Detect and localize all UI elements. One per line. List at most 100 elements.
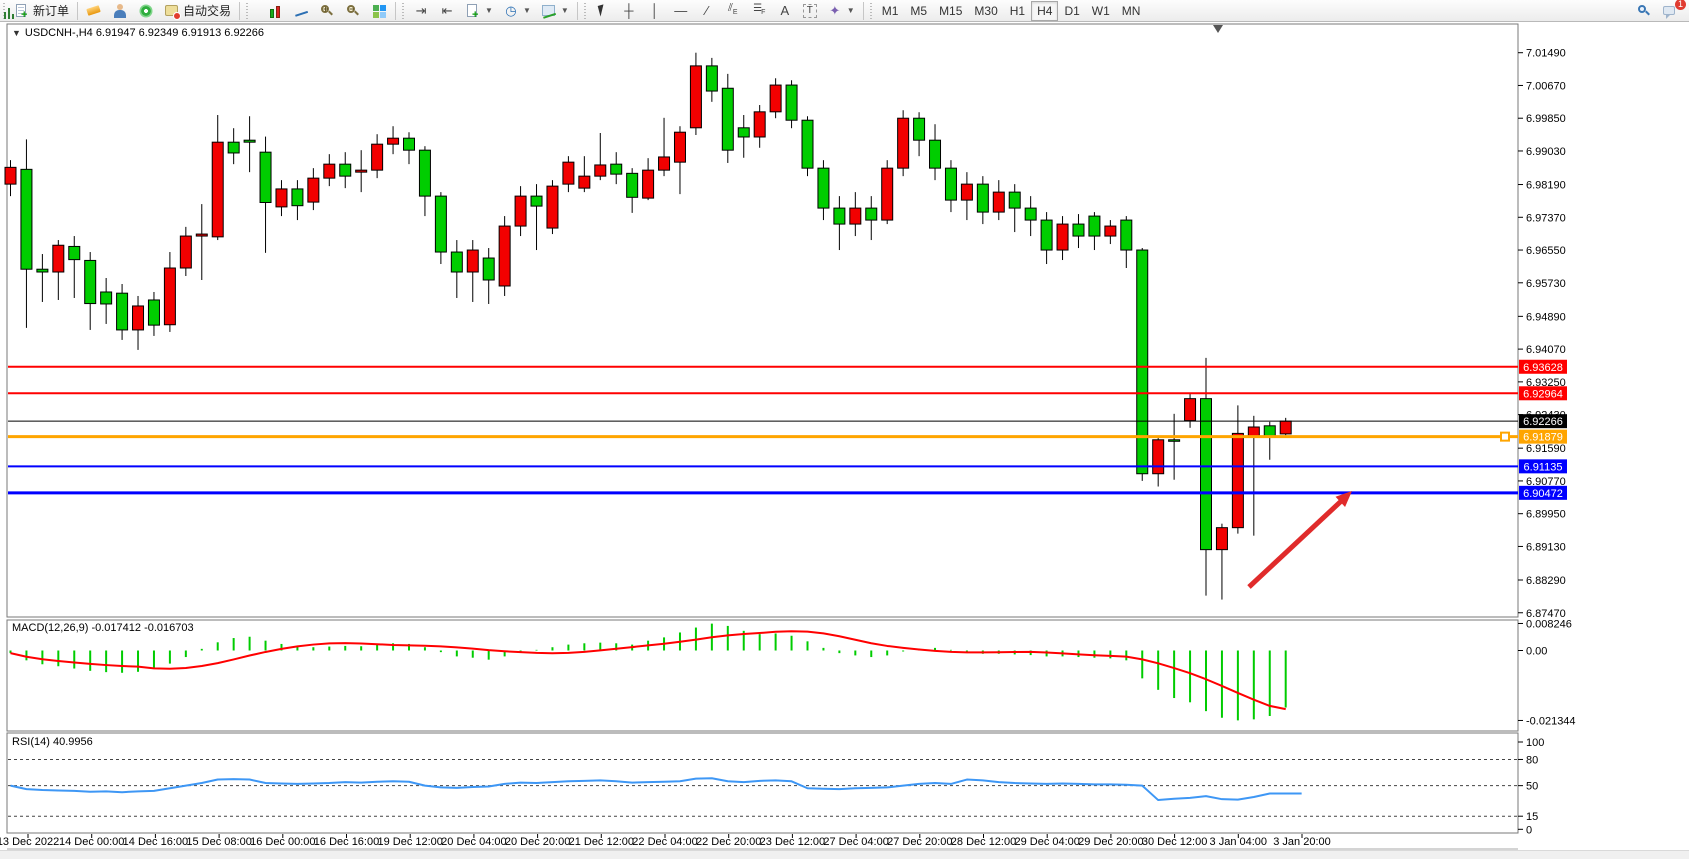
label-tool-button[interactable]: T bbox=[798, 1, 822, 21]
charts-profile-prev-button[interactable]: ⇤ bbox=[434, 1, 460, 21]
zoom-out-icon: − bbox=[345, 3, 361, 19]
timeframe-m30[interactable]: M30 bbox=[968, 1, 1003, 21]
chart-canvas[interactable]: 7.014907.006706.998506.990306.981906.973… bbox=[0, 0, 1689, 859]
arrows-tool-dropdown[interactable]: ✦ ▼ bbox=[822, 1, 860, 21]
toolbar-grip[interactable] bbox=[245, 3, 250, 19]
candle-body bbox=[1105, 226, 1116, 236]
signals-button[interactable] bbox=[133, 1, 159, 21]
chevron-down-icon: ▼ bbox=[561, 6, 569, 15]
trendline-icon: ∕ bbox=[699, 3, 715, 19]
rsi-axis-label: 15 bbox=[1526, 811, 1538, 823]
candle-body bbox=[467, 250, 478, 272]
timeframe-m5[interactable]: M5 bbox=[904, 1, 933, 21]
candle-body bbox=[690, 66, 701, 128]
new-chart-dropdown[interactable]: + ▼ bbox=[460, 1, 498, 21]
line-chart-button[interactable] bbox=[288, 1, 314, 21]
hline-tool-button[interactable]: — bbox=[668, 1, 694, 21]
candle-body bbox=[1057, 224, 1068, 250]
period-dropdown[interactable]: ◷ ▼ bbox=[498, 1, 536, 21]
indicators-icon bbox=[541, 3, 557, 19]
timeframe-h4[interactable]: H4 bbox=[1031, 1, 1058, 21]
styler-button[interactable] bbox=[81, 1, 107, 21]
vline-tool-button[interactable]: │ bbox=[642, 1, 668, 21]
symbol-title[interactable]: ▼USDCNH-,H4 6.91947 6.92349 6.91913 6.92… bbox=[12, 27, 264, 39]
time-axis-label: 22 Dec 20:00 bbox=[696, 836, 761, 848]
candle-body bbox=[659, 157, 670, 170]
candle-body bbox=[961, 184, 972, 200]
window-bottom-edge bbox=[0, 850, 1689, 859]
price-badge-label: 6.90472 bbox=[1523, 488, 1563, 500]
candle-body bbox=[674, 132, 685, 162]
candle-body bbox=[547, 186, 558, 228]
tile-windows-icon bbox=[371, 3, 387, 19]
candle-body bbox=[898, 118, 909, 168]
timeframe-mn[interactable]: MN bbox=[1116, 1, 1147, 21]
candle-body bbox=[722, 88, 733, 150]
new-order-button[interactable]: + 新订单 bbox=[9, 1, 74, 21]
price-badge-label: 6.93628 bbox=[1523, 362, 1563, 374]
time-axis-label: 14 Dec 00:00 bbox=[59, 836, 124, 848]
price-axis-label: 7.01490 bbox=[1526, 48, 1566, 60]
toolbar-grip[interactable] bbox=[401, 3, 406, 19]
crosshair-icon: ┼ bbox=[621, 3, 637, 19]
timeframe-m15[interactable]: M15 bbox=[933, 1, 968, 21]
chat-button[interactable]: 1 bbox=[1657, 1, 1683, 21]
candlestick-chart-icon bbox=[267, 3, 283, 19]
candle-body bbox=[483, 258, 494, 280]
chat-notification-badge: 1 bbox=[1675, 0, 1686, 10]
timeframe-m1[interactable]: M1 bbox=[876, 1, 905, 21]
fibonacci-icon: ☰F bbox=[751, 1, 767, 21]
crosshair-tool-button[interactable]: ┼ bbox=[616, 1, 642, 21]
cursor-tool-button[interactable] bbox=[590, 1, 616, 21]
clock-icon: ◷ bbox=[503, 3, 519, 19]
rsi-pane[interactable] bbox=[7, 733, 1518, 833]
candle-body bbox=[802, 120, 813, 168]
candle-body bbox=[85, 260, 96, 303]
tile-windows-button[interactable] bbox=[366, 1, 392, 21]
chevron-down-icon: ▼ bbox=[485, 6, 493, 15]
candle-body bbox=[340, 164, 351, 176]
fibonacci-tool-button[interactable]: ☰F bbox=[746, 1, 772, 21]
charts-profile-button[interactable]: ⇥ bbox=[408, 1, 434, 21]
bar-chart-button[interactable] bbox=[252, 1, 262, 21]
candle-body bbox=[196, 234, 207, 236]
rsi-indicator-label: RSI(14) 40.9956 bbox=[12, 736, 93, 748]
macd-pane[interactable] bbox=[7, 620, 1518, 731]
candle-body bbox=[1169, 440, 1180, 442]
auto-trading-button[interactable]: 自动交易 bbox=[159, 1, 236, 21]
channel-tool-button[interactable]: ⫽E bbox=[720, 1, 746, 21]
macd-axis-label: -0.021344 bbox=[1526, 715, 1576, 727]
symbol-dropdown-icon[interactable]: ▼ bbox=[12, 28, 21, 38]
zoom-in-button[interactable]: + bbox=[314, 1, 340, 21]
candle-body bbox=[754, 112, 765, 137]
timeframe-w1[interactable]: W1 bbox=[1086, 1, 1116, 21]
search-button[interactable] bbox=[1631, 1, 1657, 21]
candle-body bbox=[930, 140, 941, 168]
timeframe-h1[interactable]: H1 bbox=[1004, 1, 1031, 21]
candle-body bbox=[451, 252, 462, 272]
price-axis-label: 6.96550 bbox=[1526, 245, 1566, 257]
zoom-out-button[interactable]: − bbox=[340, 1, 366, 21]
publisher-button[interactable] bbox=[107, 1, 133, 21]
indicators-dropdown[interactable]: ▼ bbox=[536, 1, 574, 21]
candle-body bbox=[69, 246, 80, 259]
toolbar-grip[interactable] bbox=[869, 3, 874, 19]
candle-body bbox=[260, 152, 271, 202]
profile-prev-icon: ⇤ bbox=[439, 3, 455, 19]
time-axis-label: 3 Jan 04:00 bbox=[1210, 836, 1268, 848]
price-badge-label: 6.92964 bbox=[1523, 388, 1563, 400]
time-axis-label: 20 Dec 04:00 bbox=[441, 836, 506, 848]
candle-body bbox=[579, 176, 590, 188]
price-axis-label: 6.95730 bbox=[1526, 278, 1566, 290]
price-axis-label: 6.89950 bbox=[1526, 509, 1566, 521]
candlestick-chart-button[interactable] bbox=[262, 1, 288, 21]
timeframe-d1[interactable]: D1 bbox=[1058, 1, 1085, 21]
price-axis-label: 7.00670 bbox=[1526, 80, 1566, 92]
candle-body bbox=[1232, 433, 1243, 527]
candle-body bbox=[356, 170, 367, 172]
candle-body bbox=[770, 85, 781, 112]
toolbar-grip[interactable] bbox=[583, 3, 588, 19]
text-tool-button[interactable]: A bbox=[772, 1, 798, 21]
line-drag-handle[interactable] bbox=[1501, 433, 1509, 441]
trendline-tool-button[interactable]: ∕ bbox=[694, 1, 720, 21]
